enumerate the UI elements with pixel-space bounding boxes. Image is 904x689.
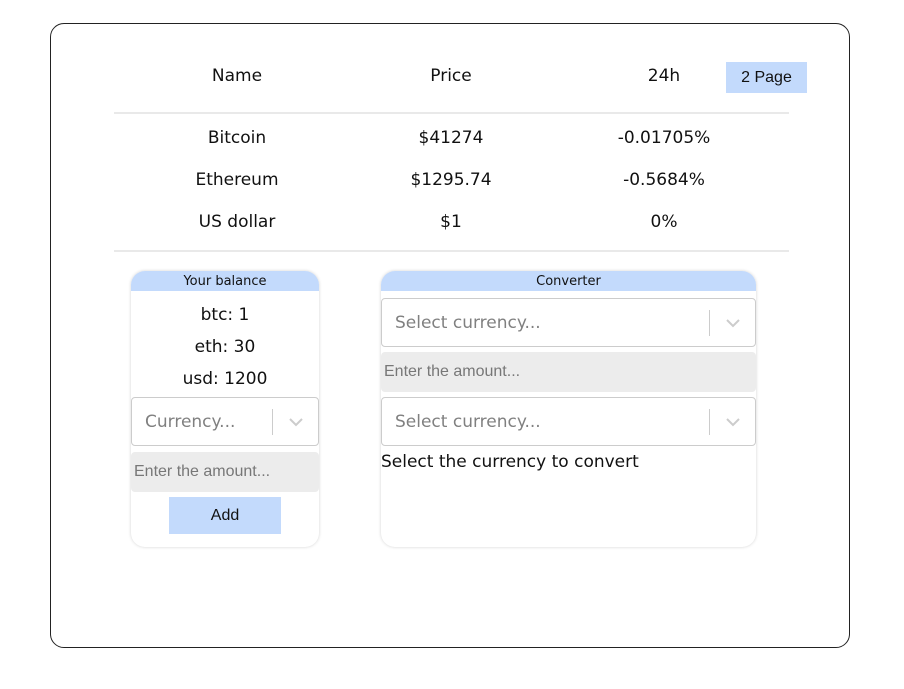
row-name: US dollar — [198, 212, 276, 232]
chevron-down-icon[interactable] — [710, 318, 755, 328]
to-currency-placeholder: Select currency... — [395, 411, 541, 432]
balance-currency-select[interactable]: Currency... — [131, 397, 319, 446]
chevron-down-icon[interactable] — [273, 417, 318, 427]
converter-card: Converter Select currency... Select curr… — [381, 271, 756, 547]
row-name: Ethereum — [195, 170, 279, 190]
table-row: US dollar $1 0% — [0, 212, 904, 236]
converter-title: Converter — [381, 271, 756, 291]
row-price: $1 — [440, 212, 462, 232]
balance-amount-input[interactable] — [131, 452, 319, 492]
conversion-result: Select the currency to convert — [381, 452, 639, 472]
header-price: Price — [430, 66, 472, 86]
header-divider — [114, 112, 789, 114]
balance-title: Your balance — [131, 271, 319, 291]
row-name: Bitcoin — [207, 128, 267, 148]
row-price: $1295.74 — [410, 170, 492, 190]
balance-currency-placeholder: Currency... — [145, 411, 236, 432]
row-change: -0.01705% — [617, 128, 711, 148]
balance-eth: eth: 30 — [194, 337, 256, 357]
table-row: Ethereum $1295.74 -0.5684% — [0, 170, 904, 194]
from-currency-select[interactable]: Select currency... — [381, 298, 756, 347]
add-button[interactable]: Add — [169, 497, 281, 534]
chevron-down-icon[interactable] — [710, 417, 755, 427]
balance-card: Your balance btc: 1 eth: 30 usd: 1200 Cu… — [131, 271, 319, 547]
page-2-button[interactable]: 2 Page — [726, 62, 807, 93]
to-currency-select[interactable]: Select currency... — [381, 397, 756, 446]
table-row: Bitcoin $41274 -0.01705% — [0, 128, 904, 152]
converter-amount-input[interactable] — [381, 352, 756, 392]
row-change: -0.5684% — [623, 170, 705, 190]
header-name: Name — [211, 66, 263, 86]
balance-btc: btc: 1 — [200, 305, 250, 325]
from-currency-placeholder: Select currency... — [395, 312, 541, 333]
row-price: $41274 — [418, 128, 484, 148]
balance-usd: usd: 1200 — [182, 369, 268, 389]
row-change: 0% — [650, 212, 678, 232]
table-divider — [114, 250, 789, 252]
